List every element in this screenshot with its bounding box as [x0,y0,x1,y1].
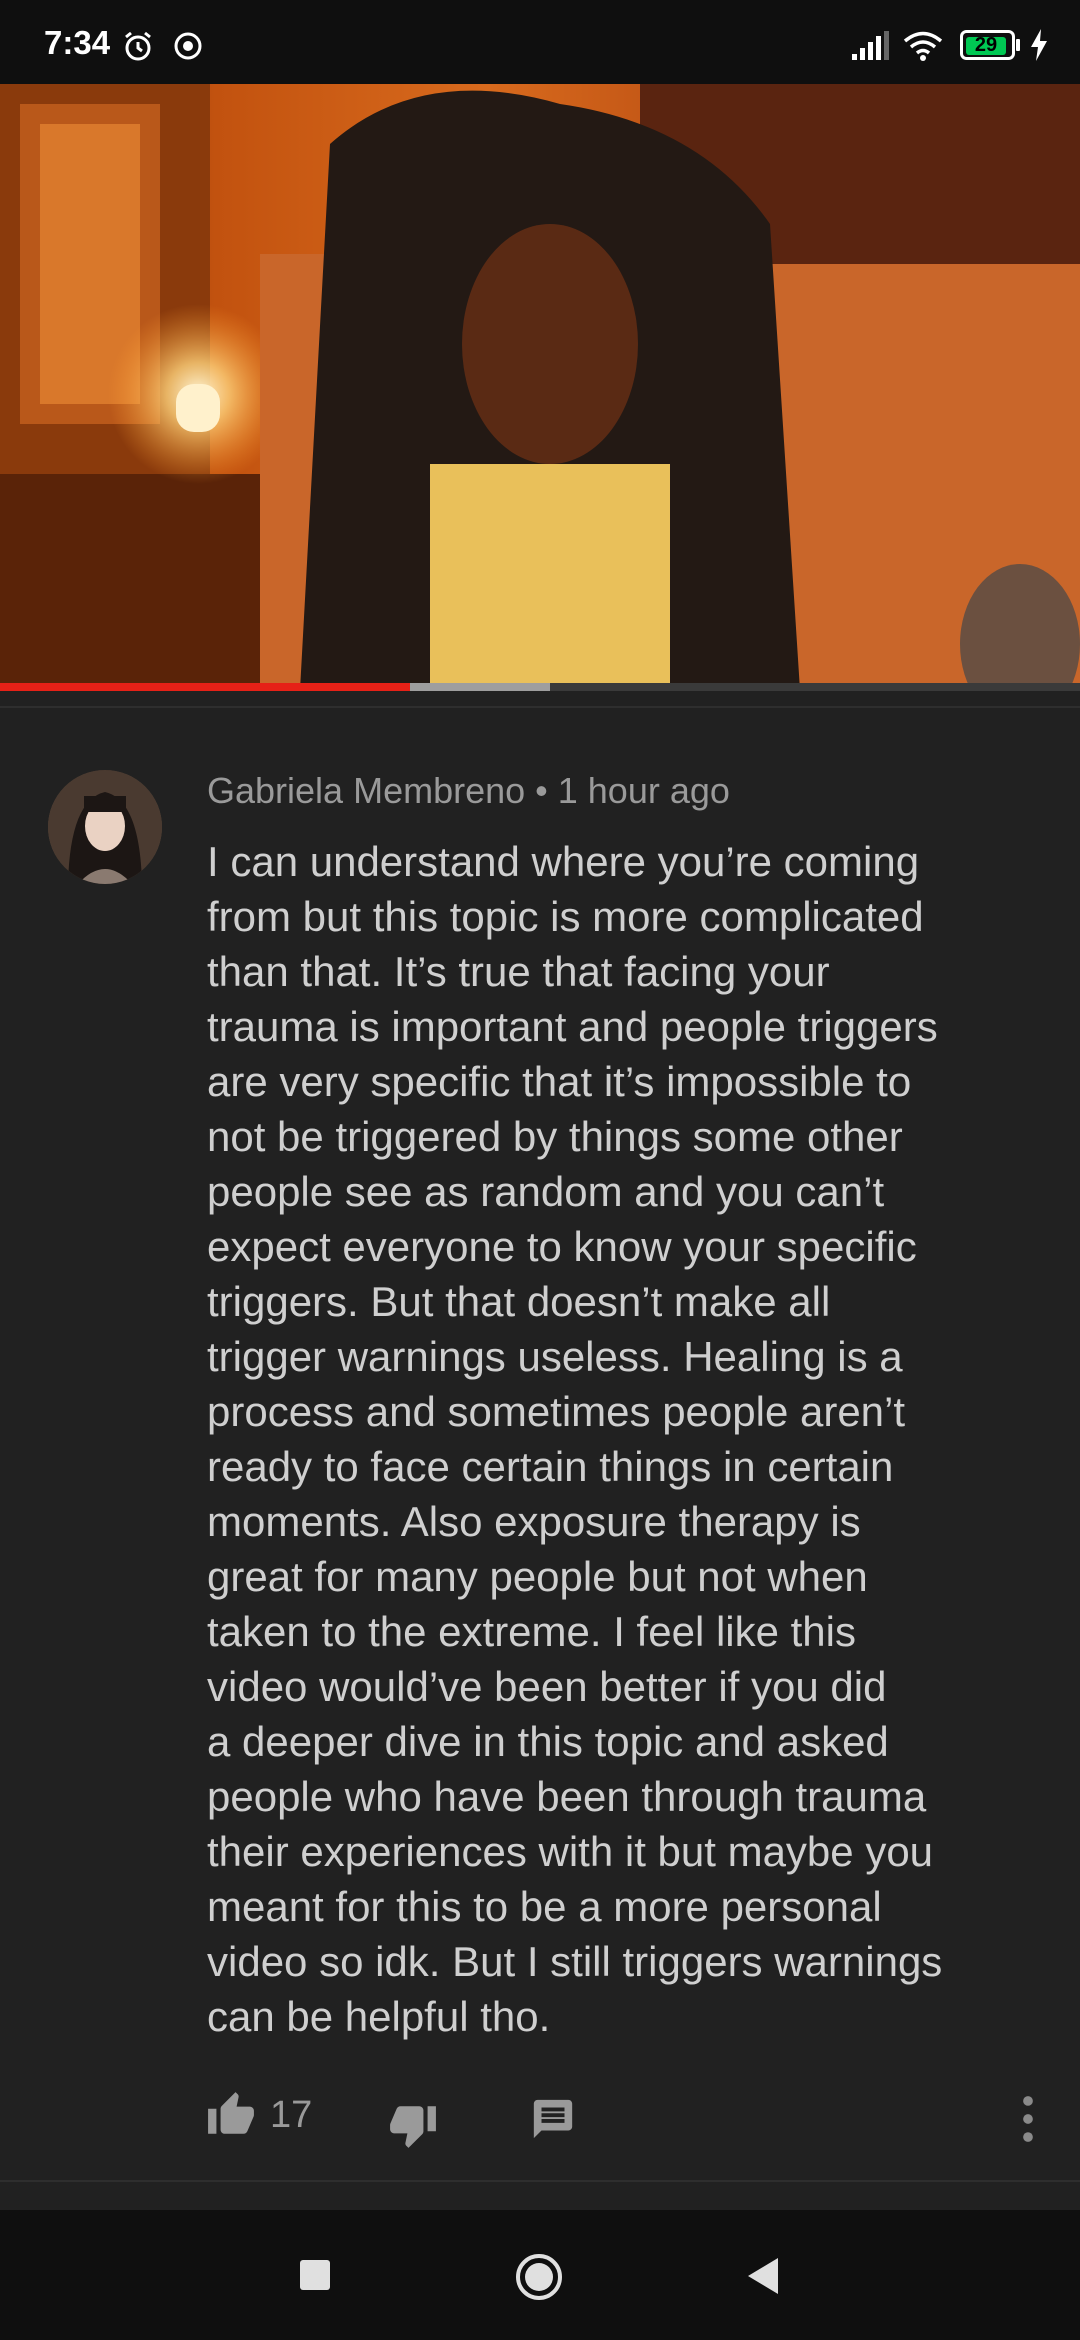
video-frame [0,84,1080,690]
recents-icon[interactable] [298,2258,332,2292]
avatar[interactable] [48,770,162,884]
alarm-icon [125,31,151,61]
home-icon[interactable] [514,2252,564,2302]
comment-card: Gabriela Membreno • 1 hour ago I can und… [0,708,1080,2178]
comment-meta: Gabriela Membreno • 1 hour ago [207,770,730,812]
more-vert-icon[interactable] [1010,2094,1046,2144]
comment-actions: 17 [0,2074,1080,2154]
like-icon[interactable] [206,2090,256,2140]
divider [0,2180,1080,2182]
battery-text: 29 [974,34,998,56]
avatar-image [48,770,162,884]
comment-time: 1 hour ago [557,770,730,811]
assistant-icon [174,32,202,60]
status-bar: 7:34 29 [0,0,1080,84]
comment-text: I can understand where you’re coming fro… [207,838,943,2040]
meta-separator: • [525,770,558,811]
dislike-icon[interactable] [388,2100,438,2150]
video-player[interactable] [0,84,1080,690]
video-progress-played [0,683,411,691]
like-count: 17 [270,2094,313,2136]
charge-icon [1031,29,1047,61]
back-icon[interactable] [742,2254,782,2298]
signal-icon [852,31,889,60]
reply-icon[interactable] [530,2096,576,2142]
wifi-icon [903,31,943,61]
status-time: 7:34 [44,24,111,61]
comment-author[interactable]: Gabriela Membreno [207,770,525,811]
navigation-bar [0,2210,1080,2340]
